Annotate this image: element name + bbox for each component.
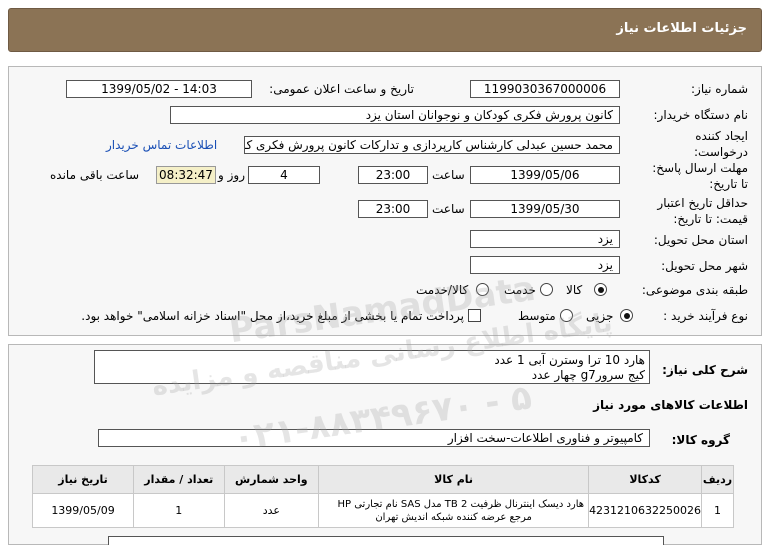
contact-info-link[interactable]: اطلاعات تماس خریدار xyxy=(106,138,217,152)
bottom-box xyxy=(108,536,664,545)
deadline-time-field: 23:00 xyxy=(358,166,428,184)
table-row: 1 4231210632250026 هارد دیسک اینترنال ظر… xyxy=(31,493,734,528)
validity-label-1: حداقل تاریخ اعتبار xyxy=(657,196,748,210)
process-medium-label: متوسط xyxy=(518,309,556,323)
validity-time-field: 23:00 xyxy=(358,200,428,218)
category-goods-label: کالا xyxy=(566,283,583,297)
col-code: کدکالا xyxy=(588,465,703,494)
deadline-label-1: مهلت ارسال پاسخ: xyxy=(652,161,748,175)
description-line-1: هارد 10 ترا وسترن آبی 1 عدد xyxy=(494,353,645,367)
goods-table: ردیف کدکالا نام کالا واحد شمارش تعداد / … xyxy=(31,465,734,528)
process-label: نوع فرآیند خرید : xyxy=(663,309,748,323)
buyer-field: کانون پرورش فکری کودکان و نوجوانان استان… xyxy=(170,106,620,124)
goods-table-header: ردیف کدکالا نام کالا واحد شمارش تعداد / … xyxy=(31,465,734,494)
need-number-label: شماره نیاز: xyxy=(691,82,748,96)
creator-label-2: درخواست: xyxy=(694,145,748,159)
city-field: یزد xyxy=(470,256,620,274)
description-label: شرح کلی نیاز: xyxy=(662,363,748,377)
validity-time-label: ساعت xyxy=(432,202,465,216)
treasury-note: پرداخت تمام یا بخشی از مبلغ خرید،از محل … xyxy=(81,309,464,323)
cell-name-line-2: مرجع عرضه کننده شبکه اندیش تهران xyxy=(375,511,532,523)
deadline-time-label: ساعت xyxy=(432,168,465,182)
city-label: شهر محل تحویل: xyxy=(661,259,748,273)
buyer-label: نام دستگاه خریدار: xyxy=(653,108,749,122)
cell-code: 4231210632250026 xyxy=(588,493,703,528)
category-goods-service-radio[interactable] xyxy=(476,283,489,299)
cell-date: 1399/05/09 xyxy=(31,493,135,528)
category-goods-service-label: کالا/خدمت xyxy=(416,283,469,297)
process-minor-radio[interactable] xyxy=(620,309,633,325)
process-medium-radio[interactable] xyxy=(560,309,573,325)
deadline-label-2: تا تاریخ: xyxy=(709,177,748,191)
days-field: 4 xyxy=(248,166,320,184)
announce-field: 1399/05/02 - 14:03 xyxy=(66,80,252,98)
remaining-label: ساعت باقی مانده xyxy=(50,168,140,182)
countdown-timer: 08:32:47 xyxy=(156,166,216,184)
process-minor-label: جزیی xyxy=(586,309,614,323)
cell-row: 1 xyxy=(701,493,734,528)
goods-section-title: اطلاعات کالاهای مورد نیاز xyxy=(593,398,748,412)
treasury-checkbox[interactable] xyxy=(468,309,481,325)
category-service-radio[interactable] xyxy=(540,283,553,299)
col-row: ردیف xyxy=(701,465,734,494)
creator-field: محمد حسین عبدلی کارشناس کارپردازی و تدار… xyxy=(244,136,620,154)
col-name: نام کالا xyxy=(318,465,590,494)
cell-unit: عدد xyxy=(223,493,320,528)
deadline-date-field: 1399/05/06 xyxy=(470,166,620,184)
province-field: یزد xyxy=(470,230,620,248)
cell-qty: 1 xyxy=(133,493,225,528)
days-label: روز و xyxy=(218,168,245,182)
category-goods-radio[interactable] xyxy=(594,283,607,299)
cell-name: هارد دیسک اینترنال ظرفیت 2 TB مدل SAS نا… xyxy=(318,493,590,528)
validity-date-field: 1399/05/30 xyxy=(470,200,620,218)
announce-label: تاریخ و ساعت اعلان عمومی: xyxy=(269,82,414,96)
province-label: استان محل تحویل: xyxy=(653,233,748,247)
description-box: هارد 10 ترا وسترن آبی 1 عدد کیج سرورg7 چ… xyxy=(94,350,650,384)
goods-group-field: کامپیوتر و فناوری اطلاعات-سخت افزار xyxy=(98,429,650,447)
need-number-field: 1199030367000006 xyxy=(470,80,620,98)
category-label: طبقه بندی موضوعی: xyxy=(641,283,748,297)
page-title: جزئیات اطلاعات نیاز xyxy=(616,21,747,36)
col-unit: واحد شمارش xyxy=(223,465,320,494)
description-line-2: کیج سرورg7 چهار عدد xyxy=(531,368,645,382)
page-header: جزئیات اطلاعات نیاز xyxy=(8,8,762,52)
validity-label-2: قیمت: تا تاریخ: xyxy=(673,212,748,226)
col-date: تاریخ نیاز xyxy=(31,465,135,494)
cell-name-line-1: هارد دیسک اینترنال ظرفیت 2 TB مدل SAS نا… xyxy=(337,498,585,510)
col-qty: تعداد / مقدار xyxy=(133,465,225,494)
category-service-label: خدمت xyxy=(504,283,536,297)
goods-group-label: گروه کالا: xyxy=(671,433,730,447)
creator-label-1: ایجاد کننده xyxy=(695,129,748,143)
